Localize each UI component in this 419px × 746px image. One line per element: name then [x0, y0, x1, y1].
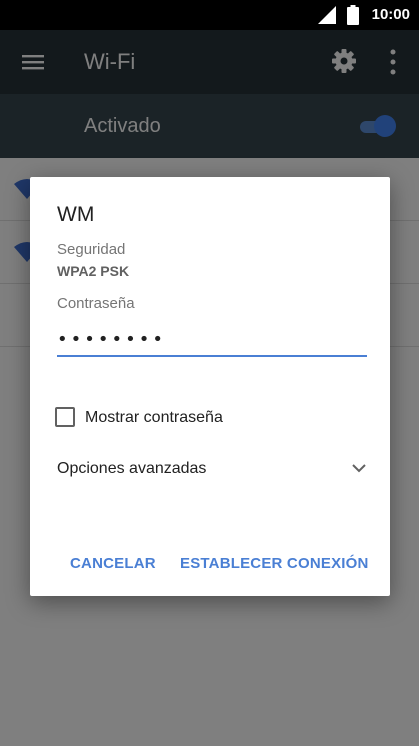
- chevron-down-icon[interactable]: [351, 461, 367, 475]
- connect-button[interactable]: ESTABLECER CONEXIÓN: [180, 555, 369, 572]
- signal-icon: [318, 6, 336, 24]
- advanced-options-row[interactable]: Opciones avanzadas: [57, 457, 367, 481]
- show-password-checkbox[interactable]: [55, 407, 75, 427]
- show-password-row[interactable]: Mostrar contraseña: [55, 406, 355, 430]
- cancel-button[interactable]: CANCELAR: [70, 555, 156, 572]
- battery-icon: [347, 5, 359, 25]
- password-label: Contraseña: [57, 295, 135, 312]
- status-time: 10:00: [371, 6, 410, 23]
- show-password-label: Mostrar contraseña: [85, 409, 223, 426]
- wifi-connect-dialog: WM Seguridad WPA2 PSK Contraseña Mostrar…: [30, 177, 390, 596]
- status-bar: 10:00: [0, 0, 419, 30]
- advanced-options-label: Opciones avanzadas: [57, 460, 207, 477]
- password-input[interactable]: [57, 327, 367, 357]
- security-value: WPA2 PSK: [57, 263, 130, 279]
- security-label: Seguridad: [57, 241, 126, 258]
- dialog-title: WM: [57, 203, 95, 226]
